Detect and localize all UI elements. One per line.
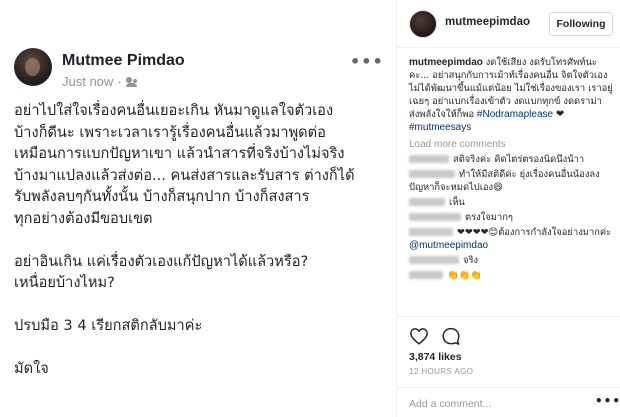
instagram-panel: mutmeepimdao Following mutmeepimdao งดใช… — [396, 0, 620, 417]
blurred-username — [409, 198, 445, 207]
heart-emoji: ❤ — [555, 109, 565, 120]
blurred-username — [409, 155, 449, 164]
comment-item: เห็น — [409, 196, 613, 209]
hashtag-mutmeesays[interactable]: #mutmeesays — [409, 122, 471, 133]
post-line: มัดใจ — [14, 360, 49, 377]
comment-item: สติจริงค่ะ คิดไตร่ตรองนิดนึงน้าา — [409, 153, 613, 166]
caption: mutmeepimdao งดใช้เสียง งดรับโทรศัพท์นะค… — [409, 56, 613, 134]
comment-text: ตรงใจมากๆ — [465, 212, 513, 223]
blurred-username — [409, 271, 443, 280]
blurred-username — [409, 256, 459, 265]
profile-avatar[interactable] — [409, 10, 437, 38]
meta-separator: · — [117, 74, 122, 89]
comment-item: 👏👏👏 — [409, 269, 613, 282]
comment-icon[interactable] — [441, 327, 461, 345]
post-line: รับพลังลบๆกันทั้งนั้น บ้างก็สนุกปาก บ้าง… — [14, 188, 310, 205]
hashtag-nodramaplease[interactable]: #Nodramaplease — [477, 109, 553, 120]
post-line: เหนื่อยบ้างไหม? — [14, 274, 115, 291]
comment-item: ❤❤❤❤😊ต้องการกำลังใจอย่างมากค่ะ @mutmeepi… — [409, 226, 613, 252]
comment-item: จริง — [409, 254, 613, 267]
add-comment-input[interactable] — [409, 396, 587, 412]
more-options-button[interactable]: ••• — [595, 394, 620, 408]
blurred-username — [409, 213, 461, 222]
comment-item: ทำให้มีสติดีค่ะ ยุ่งเรื่องคนอื่นน้องลง ป… — [409, 168, 613, 194]
load-more-comments[interactable]: Load more comments — [409, 138, 613, 151]
following-button[interactable]: Following — [549, 12, 613, 36]
comment-item: ตรงใจมากๆ — [409, 211, 613, 224]
post-line: ทุกอย่างต้องมีขอบเขต — [14, 209, 153, 227]
likes-count[interactable]: 3,874 likes — [409, 351, 462, 363]
author-avatar[interactable] — [14, 48, 52, 86]
action-icons — [409, 327, 461, 345]
post-time[interactable]: 12 HOURS AGO — [409, 367, 473, 376]
friends-icon[interactable] — [125, 76, 138, 87]
comment-text: สติจริงค่ะ คิดไตร่ตรองนิดนึงน้าา — [453, 154, 585, 165]
comment-text: เห็น — [449, 197, 465, 208]
comment-text: 👏👏👏 — [447, 270, 483, 281]
post-line: เหมือนการแบกปัญหาเขา แล้วนำสารที่จริงบ้า… — [14, 145, 345, 162]
heart-icon[interactable] — [409, 327, 429, 345]
instagram-header: mutmeepimdao Following — [397, 0, 620, 48]
add-comment-bar: ••• — [397, 387, 620, 417]
post-line: อย่าอินเกิน แค่เรื่องตัวเองแก้ปัญหาได้แล… — [14, 252, 309, 270]
comments-list: mutmeepimdao งดใช้เสียง งดรับโทรศัพท์นะค… — [409, 56, 613, 282]
post-line: บ้างมาแปลงแล้วส่งต่อ... คนส่งสารและรับสา… — [14, 166, 355, 184]
author-name[interactable]: Mutmee Pimdao — [62, 52, 185, 70]
post-actions: 3,874 likes 12 HOURS AGO ••• — [397, 316, 620, 412]
post-body: อย่าไปใส่ใจเรื่องคนอื่นเยอะเกิน หันมาดูแ… — [14, 100, 388, 380]
comment-text: ❤❤❤❤😊ต้องการกำลังใจอย่างมากค่ะ — [457, 227, 612, 238]
caption-username[interactable]: mutmeepimdao — [409, 57, 483, 68]
comment-text: จริง — [463, 255, 479, 266]
post-meta: Just now · — [62, 74, 138, 89]
post-timestamp[interactable]: Just now — [62, 74, 113, 89]
post-line: บ้างก็ดีนะ เพราะเวลาเรารู้เรื่องคนอื่นแล… — [14, 123, 326, 141]
profile-username[interactable]: mutmeepimdao — [445, 16, 530, 28]
more-options-button[interactable]: ••• — [350, 52, 384, 71]
facebook-post: Mutmee Pimdao Just now · ••• อย่าไปใส่ใจ… — [0, 0, 394, 417]
blurred-username — [409, 228, 453, 237]
comment-mention[interactable]: @mutmeepimdao — [409, 240, 488, 251]
post-line: อย่าไปใส่ใจเรื่องคนอื่นเยอะเกิน หันมาดูแ… — [14, 102, 334, 119]
blurred-username — [409, 170, 455, 179]
post-line: ปรบมือ 3 4 เรียกสติกลับมาค่ะ — [14, 317, 203, 334]
